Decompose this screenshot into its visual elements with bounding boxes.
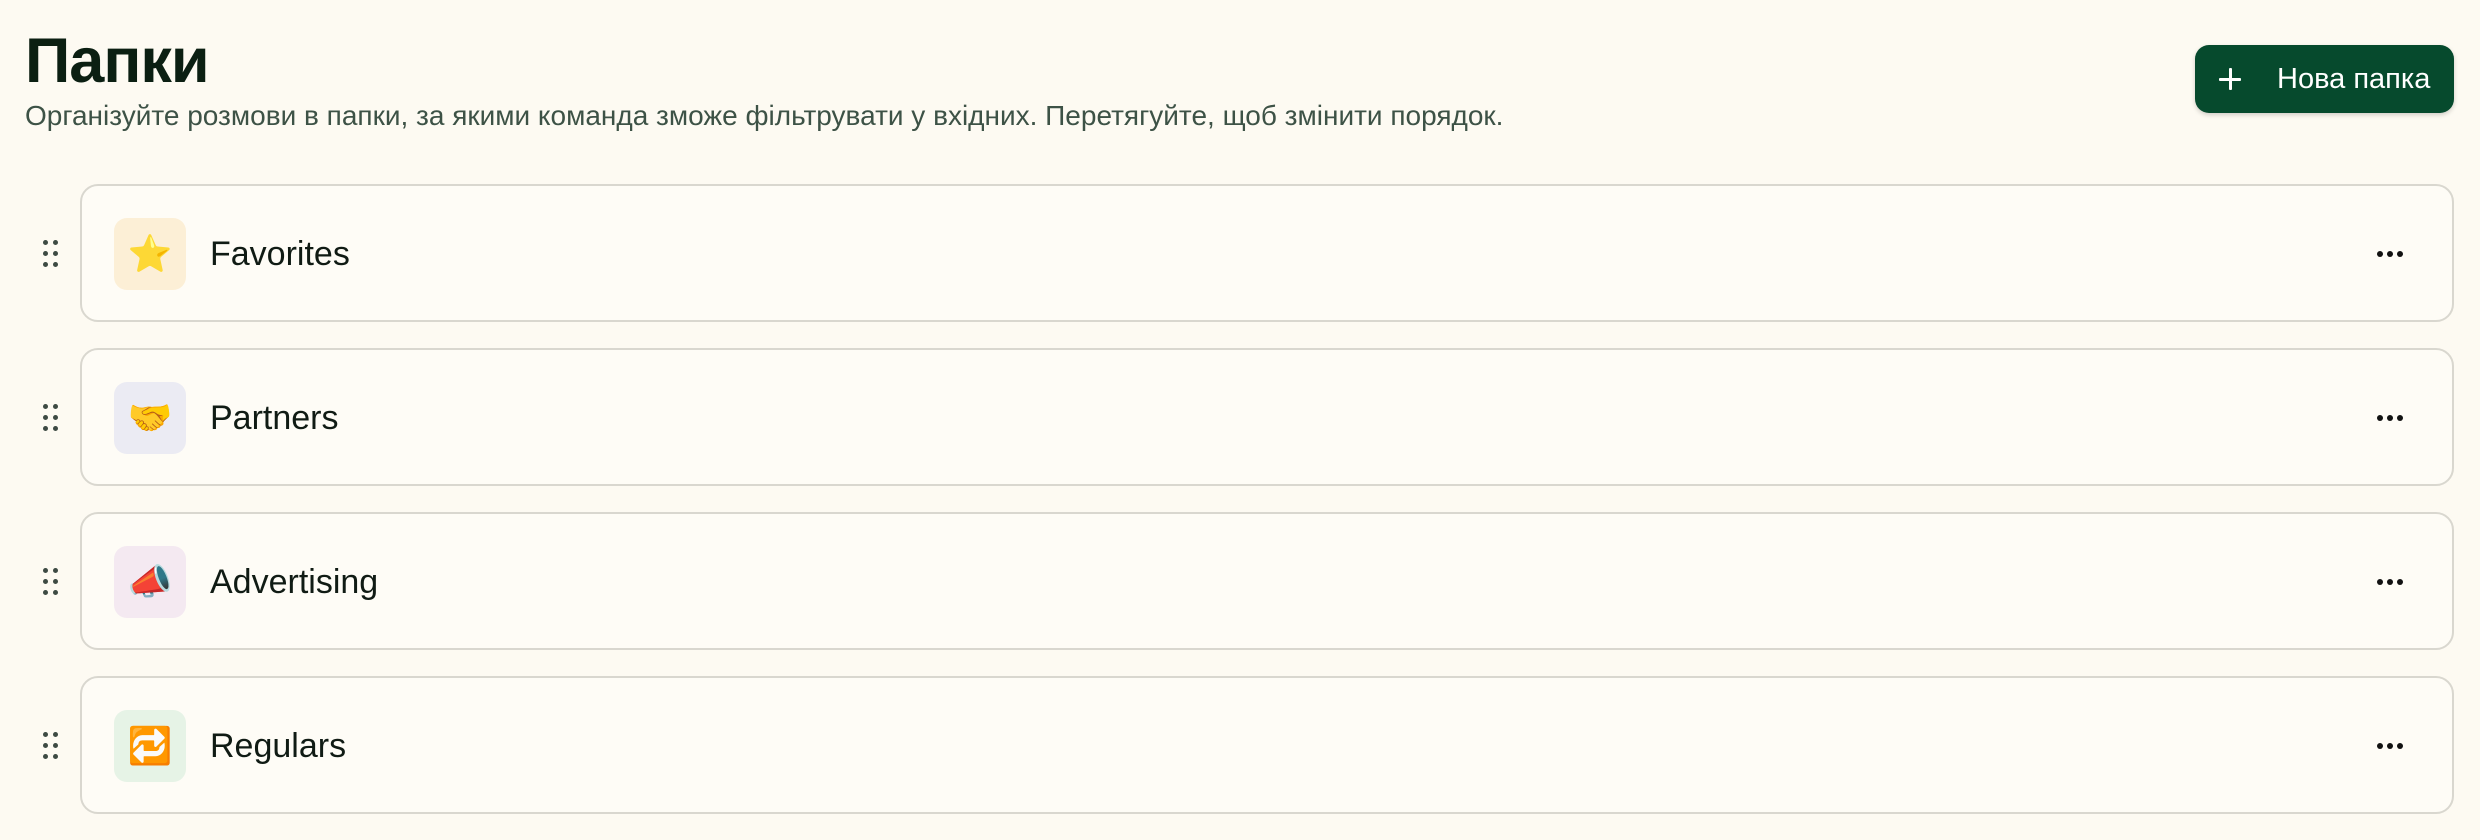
new-folder-label: Нова папка — [2277, 62, 2431, 95]
more-options-icon[interactable] — [2366, 236, 2414, 272]
folder-card-partners[interactable]: 🤝 Partners — [80, 348, 2454, 486]
folder-row: 📣 Advertising — [0, 512, 2480, 652]
folder-name: Partners — [210, 399, 339, 437]
new-folder-button[interactable]: Нова папка — [2195, 45, 2454, 113]
drag-handle-icon[interactable] — [42, 404, 60, 432]
more-options-icon[interactable] — [2366, 564, 2414, 600]
folder-row: 🔁 Regulars — [0, 676, 2480, 816]
folder-name: Regulars — [210, 727, 347, 765]
megaphone-icon: 📣 — [114, 546, 186, 618]
more-options-icon[interactable] — [2366, 728, 2414, 764]
drag-handle-icon[interactable] — [42, 240, 60, 268]
folder-card-favorites[interactable]: ⭐ Favorites — [80, 184, 2454, 322]
folder-name: Advertising — [210, 563, 379, 601]
page-subtitle: Організуйте розмови в папки, за якими ко… — [25, 100, 1504, 131]
more-options-icon[interactable] — [2366, 400, 2414, 436]
drag-handle-icon[interactable] — [42, 732, 60, 760]
plus-icon — [2219, 68, 2241, 90]
repeat-icon: 🔁 — [114, 710, 186, 782]
drag-handle-icon[interactable] — [42, 568, 60, 596]
folder-card-regulars[interactable]: 🔁 Regulars — [80, 676, 2454, 814]
folder-card-advertising[interactable]: 📣 Advertising — [80, 512, 2454, 650]
folder-row: ⭐ Favorites — [0, 184, 2480, 324]
page-title: Папки — [25, 26, 210, 96]
folder-row: 🤝 Partners — [0, 348, 2480, 488]
folder-list: ⭐ Favorites 🤝 Partners 📣 Advertising 🔁 R… — [0, 184, 2480, 840]
folder-name: Favorites — [210, 235, 350, 273]
star-icon: ⭐ — [114, 218, 186, 290]
handshake-icon: 🤝 — [114, 382, 186, 454]
